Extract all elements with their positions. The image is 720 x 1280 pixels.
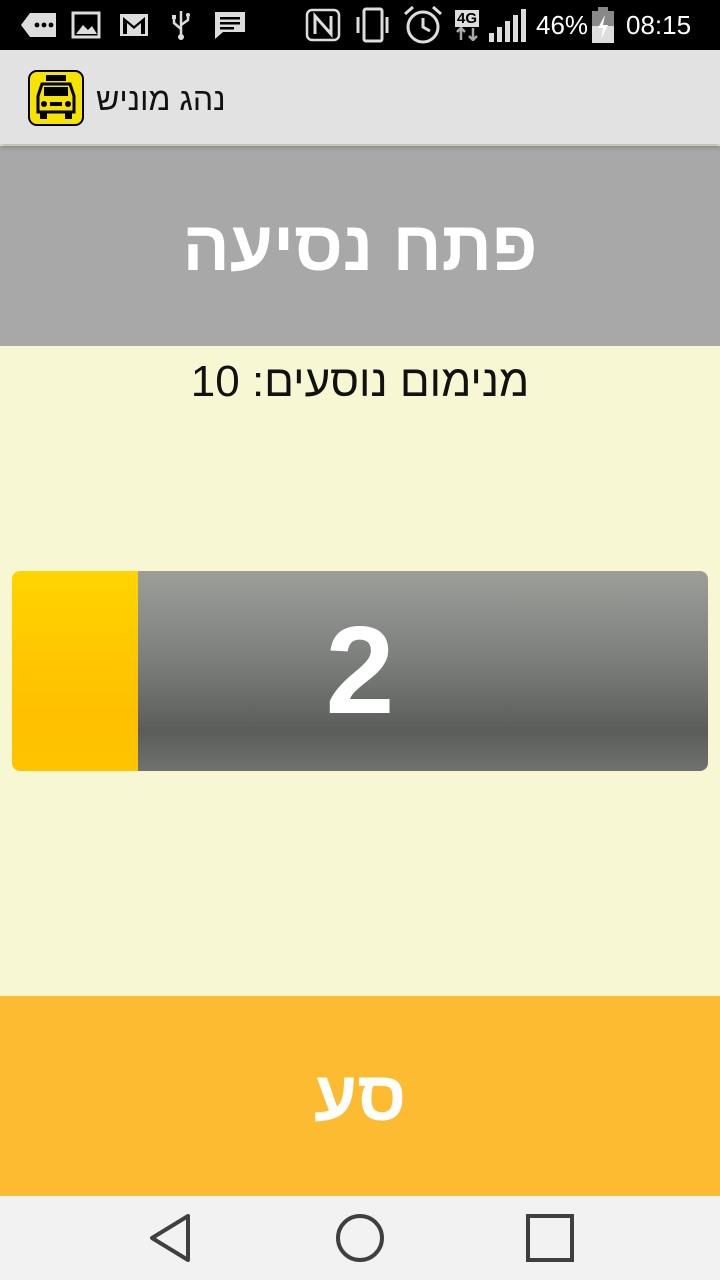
status-bar: 4G 46% 08:15 [0,0,720,50]
go-button[interactable]: סע [0,996,720,1196]
clock: 08:15 [626,10,692,40]
image-icon [70,8,102,42]
alarm-icon [402,5,444,44]
vibrate-icon [354,7,394,43]
network-4g-icon: 4G [450,8,484,42]
back-icon[interactable] [140,1208,200,1268]
app-title: נהג מוניש [96,81,226,117]
app-bar: נהג מוניש [0,50,720,144]
battery-charging-icon [590,7,616,43]
passenger-counter: 2 [12,571,708,771]
battery-percent: 46% [536,10,589,40]
message-icon [212,8,248,42]
usb-icon [170,8,192,42]
go-button-label: סע [313,1057,407,1135]
counter-display: 2 [138,571,708,771]
open-ride-button[interactable]: פתח נסיעה [0,146,720,346]
passenger-count-value: 2 [325,602,395,740]
more-icon [20,8,58,42]
taxi-logo-icon [28,70,84,126]
home-icon[interactable] [330,1208,390,1268]
signal-icon [488,8,530,42]
gmail-icon [118,8,150,42]
open-ride-label: פתח נסיעה [182,207,538,285]
navigation-bar [0,1196,720,1280]
recents-icon[interactable] [520,1208,580,1268]
minimum-passengers-text: מנימום נוסעים: 10 [190,357,530,406]
nfc-icon [304,8,342,42]
